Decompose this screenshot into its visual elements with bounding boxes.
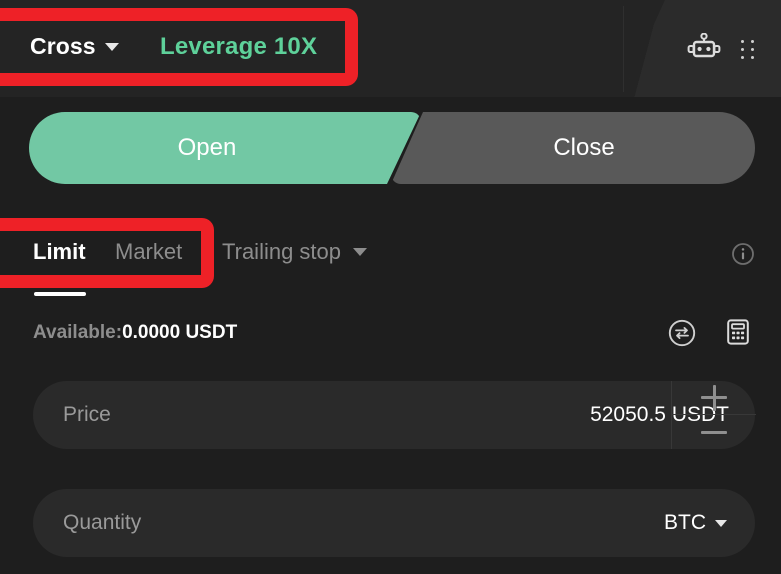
quantity-placeholder: Quantity [63,511,142,534]
margin-mode-label: Cross [30,33,96,59]
chevron-down-icon [715,519,727,527]
active-tab-underline [34,292,86,296]
available-balance-label: Available: [33,322,123,343]
quantity-input-field[interactable]: Quantity BTC [33,489,755,557]
tab-limit[interactable]: Limit [33,232,86,272]
drag-dot [750,55,754,59]
price-label: Price [63,403,111,426]
drag-dot [740,55,744,59]
margin-mode-selector[interactable]: Cross [30,33,119,60]
price-decrement-button[interactable] [672,415,756,449]
drag-dot [740,39,744,43]
drag-dot [740,47,744,51]
drag-dot [750,39,754,43]
tab-market[interactable]: Market [115,232,182,272]
order-type-tabs: Limit Market Trailing stop [0,232,781,296]
calculator-icon[interactable] [724,318,752,346]
tab-close[interactable]: Close [391,112,755,184]
chevron-down-icon [353,248,368,256]
chevron-down-icon [104,42,119,51]
quantity-unit-selector[interactable]: BTC [664,511,727,535]
tab-trailing-stop-label: Trailing stop [222,239,342,264]
quantity-unit-label: BTC [664,511,706,534]
plus-icon-vertical [712,384,716,411]
price-stepper [671,381,756,449]
price-input-field[interactable]: Price 52050.5 USDT [33,381,756,449]
drag-handle-icon[interactable] [738,38,756,60]
available-balance-value: 0.0000 USDT [122,322,238,343]
price-increment-button[interactable] [672,381,756,415]
tab-open[interactable]: Open [29,112,421,184]
tab-close-label: Close [553,134,615,161]
minus-icon [701,430,727,434]
trading-order-panel: Cross Leverage 10X Open Close Limit Mark… [0,0,781,574]
robot-icon[interactable] [687,32,721,64]
available-balance: Available:0.0000 USDT [33,322,237,344]
tab-trailing-stop[interactable]: Trailing stop [222,232,368,272]
transfer-swap-icon[interactable] [668,319,696,347]
leverage-selector[interactable]: Leverage 10X [160,33,317,61]
drag-dot [750,47,754,51]
header-divider [623,6,624,92]
open-close-tabs: Open Close [29,112,755,184]
info-circle-icon[interactable] [731,242,755,266]
tab-open-label: Open [177,134,237,161]
